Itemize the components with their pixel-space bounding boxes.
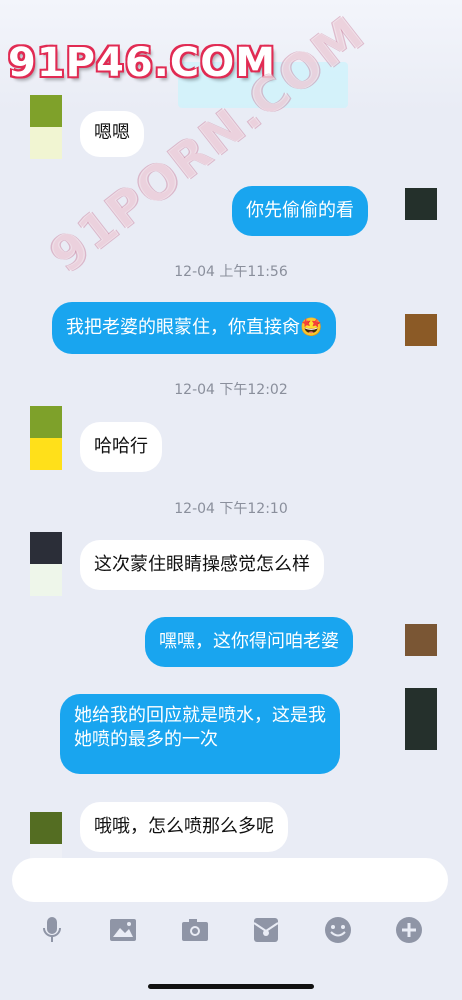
- home-indicator: [148, 984, 314, 989]
- avatar[interactable]: [30, 95, 62, 159]
- message-line: 她给我的回应就是喷水，这是我: [74, 705, 326, 726]
- outgoing-message[interactable]: 你先偷偷的看: [232, 186, 368, 236]
- avatar[interactable]: [405, 624, 437, 656]
- image-icon[interactable]: [105, 910, 141, 950]
- camera-icon[interactable]: [177, 910, 213, 950]
- avatar[interactable]: [30, 532, 62, 596]
- emoji-icon[interactable]: [320, 910, 356, 950]
- avatar[interactable]: [405, 188, 437, 220]
- chat-toolbar: [0, 910, 462, 950]
- outgoing-message[interactable]: 我把老婆的眼蒙住，你直接肏🤩: [52, 302, 337, 354]
- outgoing-message[interactable]: 嘿嘿，这你得问咱老婆: [145, 617, 353, 667]
- plus-icon[interactable]: [391, 910, 427, 950]
- incoming-message[interactable]: 哦哦，怎么喷那么多呢: [80, 802, 288, 852]
- red-packet-icon[interactable]: [248, 910, 284, 950]
- outgoing-message[interactable]: 她给我的回应就是喷水，这是我 她喷的最多的一次: [60, 694, 340, 774]
- microphone-icon[interactable]: [34, 910, 70, 950]
- avatar[interactable]: [405, 314, 437, 346]
- avatar[interactable]: [30, 406, 62, 470]
- message-line: 她喷的最多的一次: [74, 729, 218, 750]
- incoming-message[interactable]: 嗯嗯: [80, 111, 144, 157]
- avatar[interactable]: [30, 812, 62, 864]
- message-text: 我把老婆的眼蒙住，你直接肏: [66, 317, 300, 338]
- timestamp: 12-04 下午12:02: [174, 382, 288, 398]
- emoji-icon: 🤩: [300, 317, 323, 338]
- timestamp: 12-04 下午12:10: [174, 501, 288, 517]
- message-input[interactable]: [12, 858, 448, 902]
- incoming-message[interactable]: 哈哈行: [80, 422, 162, 472]
- watermark-top: 91P46.COM: [8, 40, 277, 86]
- incoming-message[interactable]: 这次蒙住眼睛操感觉怎么样: [80, 540, 324, 590]
- avatar[interactable]: [405, 688, 437, 750]
